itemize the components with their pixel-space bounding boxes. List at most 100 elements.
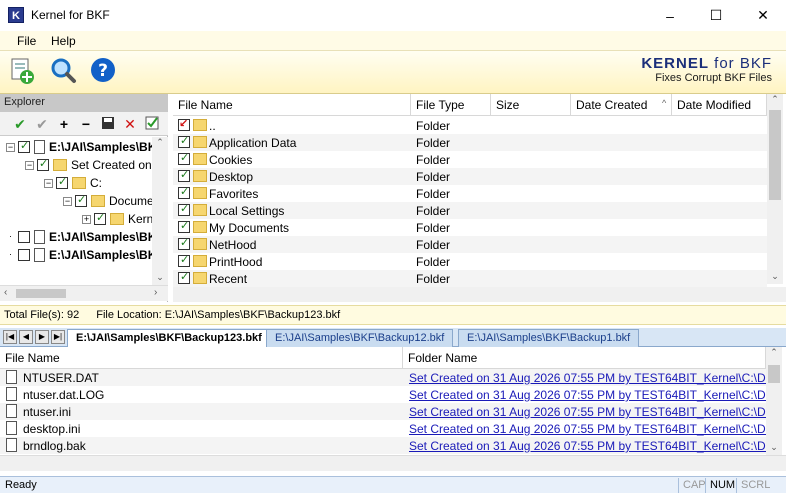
table-row[interactable]: NTUSER.DAT Set Created on 31 Aug 2026 07:… [0,369,766,386]
checkbox[interactable] [75,193,87,207]
checkbox[interactable] [178,202,190,216]
folder-icon [193,272,207,284]
close-button[interactable]: ✕ [740,0,786,31]
tree-label: C: [90,176,102,190]
search-button[interactable] [49,57,77,85]
explorer-hscroll[interactable]: ‹ › [0,285,168,301]
file-name: NetHood [209,238,257,252]
folder-link[interactable]: Set Created on 31 Aug 2026 07:55 PM by T… [409,422,766,436]
table-row[interactable]: Cookies Folder [173,151,767,168]
bottom-list-hscroll[interactable] [0,455,786,471]
table-row[interactable]: My Documents Folder [173,219,767,236]
file-icon [6,404,17,418]
checkbox[interactable] [178,236,190,250]
table-row[interactable]: Local Settings Folder [173,202,767,219]
table-row[interactable]: NetHood Folder [173,236,767,253]
select-icon[interactable] [144,116,160,132]
total-files: Total File(s): 92 [4,309,80,321]
table-row[interactable]: brndlog.bak Set Created on 31 Aug 2026 07… [0,437,766,454]
folder-link[interactable]: Set Created on 31 Aug 2026 07:55 PM by T… [409,371,766,385]
prev-tab-button[interactable]: ◀ [19,330,33,344]
table-row[interactable]: desktop.ini Set Created on 31 Aug 2026 07… [0,420,766,437]
tree-node[interactable]: · E:\JAI\Samples\BKF\ [6,228,152,246]
table-row[interactable]: Recent Folder [173,270,767,287]
checkbox[interactable] [178,253,190,267]
file-icon [6,387,17,401]
tab-backup123[interactable]: E:\JAI\Samples\BKF\Backup123.bkf [67,329,271,347]
explorer-vscroll[interactable]: ⌃ ⌄ [152,137,168,285]
check-icon[interactable]: ✔ [34,116,50,132]
tree-line: · [9,248,12,259]
tree-node[interactable]: − Set Created on 31 [25,156,152,174]
checkbox[interactable] [18,139,30,153]
collapse-toggle[interactable]: − [25,160,34,170]
folder-link[interactable]: Set Created on 31 Aug 2026 07:55 PM by T… [409,439,766,453]
table-row[interactable]: ntuser.ini Set Created on 31 Aug 2026 07:… [0,403,766,420]
col-size[interactable]: Size [491,94,571,116]
window-title: Kernel for BKF [31,8,110,22]
checkbox[interactable] [178,185,190,199]
col-file-type[interactable]: File Type [411,94,491,116]
collapse-toggle[interactable]: − [44,178,53,188]
save-icon[interactable] [100,116,116,132]
col-date-modified[interactable]: Date Modified [672,94,767,116]
bottom-list-vscroll[interactable]: ⌃ ⌄ [766,347,782,455]
checkbox[interactable] [94,211,106,225]
brand-name-suffix: for BKF [708,55,772,72]
tab-backup12[interactable]: E:\JAI\Samples\BKF\Backup12.bkf [266,329,454,347]
next-tab-button[interactable]: ▶ [35,330,49,344]
checkbox[interactable] [178,219,190,233]
brand-name-prefix: KERNEL [641,55,709,72]
minimize-button[interactable]: – [647,0,693,31]
first-tab-button[interactable]: |◀ [3,330,17,344]
collapse-toggle[interactable]: − [6,142,15,152]
table-row[interactable]: Application Data Folder [173,134,767,151]
folder-icon [193,238,207,250]
checkbox[interactable] [18,249,30,261]
col-date-created[interactable]: Date Created [571,94,672,116]
status-text: Ready [5,479,37,491]
file-list-vscroll[interactable]: ⌃ ⌄ [767,94,783,284]
folder-link[interactable]: Set Created on 31 Aug 2026 07:55 PM by T… [409,405,766,419]
table-row[interactable]: Desktop Folder [173,168,767,185]
checkbox[interactable] [178,168,190,182]
expand-icon[interactable]: + [56,116,72,132]
menu-help[interactable]: Help [51,34,76,48]
maximize-button[interactable]: ☐ [693,0,739,31]
checkbox[interactable] [178,270,190,284]
checkbox[interactable] [37,157,49,171]
table-row[interactable]: ntuser.dat.LOG Set Created on 31 Aug 2026… [0,386,766,403]
file-list: File Name File Type Size Date Created Da… [173,94,786,302]
tree-node[interactable]: · E:\JAI\Samples\BKF\ [6,246,152,264]
tree-node[interactable]: − C: [44,174,102,192]
table-row[interactable]: .. Folder [173,117,767,134]
collapse-toggle[interactable]: − [63,196,72,206]
file-type: Folder [416,238,451,252]
col-folder-name[interactable]: Folder Name [403,347,766,369]
menu-file[interactable]: File [17,34,36,48]
table-row[interactable]: Favorites Folder [173,185,767,202]
tab-backup1[interactable]: E:\JAI\Samples\BKF\Backup1.bkf [458,329,640,347]
help-button[interactable]: ? [90,57,118,85]
tree-node[interactable]: + Kernel [82,210,152,228]
expand-toggle[interactable]: + [82,214,91,224]
menu-bar: File Help [0,31,786,51]
delete-icon[interactable]: ✕ [122,116,138,132]
file-type: Folder [416,221,451,235]
check-all-icon[interactable]: ✔ [12,116,28,132]
folder-link[interactable]: Set Created on 31 Aug 2026 07:55 PM by T… [409,388,766,402]
file-name: Recent [209,272,248,286]
col-bottom-file-name[interactable]: File Name [0,347,403,369]
table-row[interactable]: PrintHood Folder [173,253,767,270]
checkbox[interactable] [56,175,68,189]
tree-node[interactable]: − E:\JAI\Samples\BKF\ [6,138,152,156]
add-file-button[interactable] [9,57,37,85]
checkbox[interactable] [18,231,30,243]
collapse-icon[interactable]: − [78,116,94,132]
col-file-name[interactable]: File Name [173,94,411,116]
checkbox[interactable] [178,117,190,131]
tree-node[interactable]: − Documen [63,192,152,210]
last-tab-button[interactable]: ▶| [51,330,65,344]
checkbox[interactable] [178,151,190,165]
checkbox[interactable] [178,134,190,148]
